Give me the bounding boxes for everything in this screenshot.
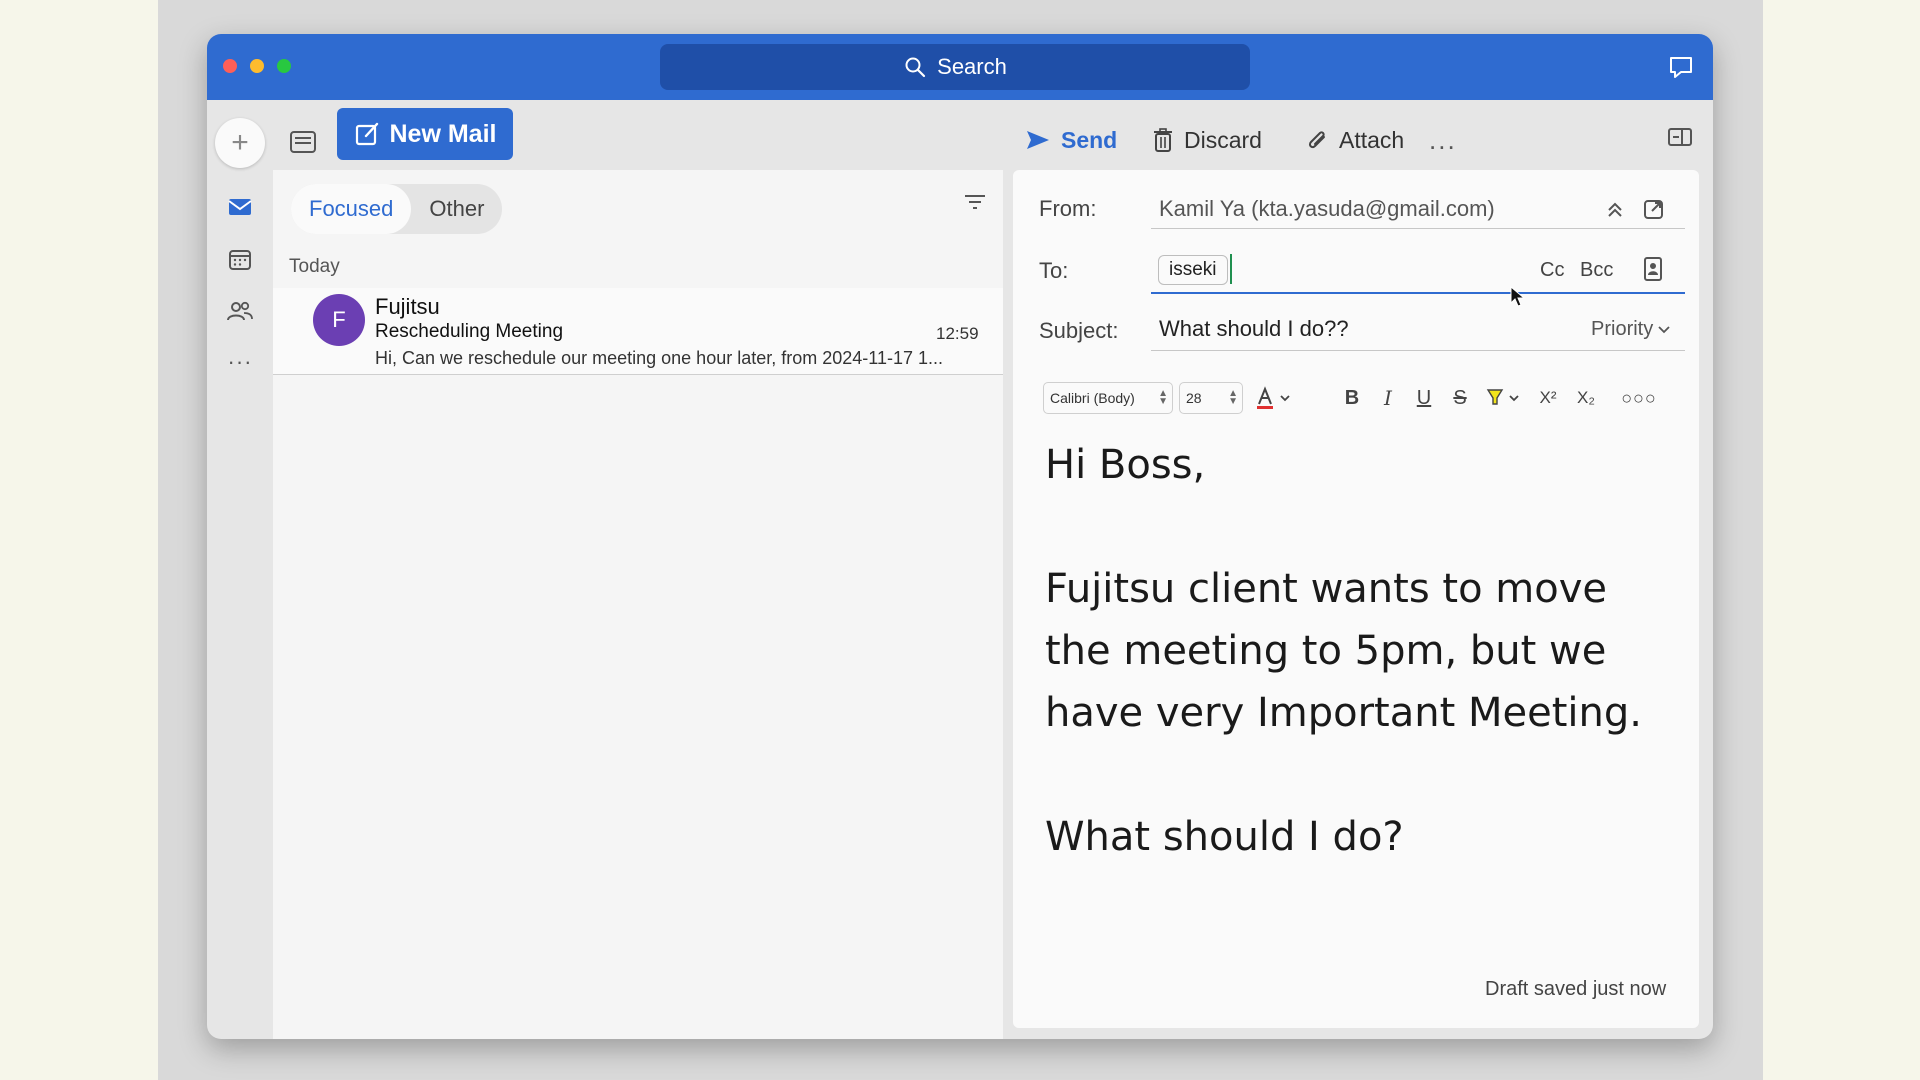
mail-window: Search + ··· New Mail Send Discard Attac…: [207, 34, 1713, 1039]
draft-status: Draft saved just now: [1485, 978, 1667, 1000]
chevron-double-up-icon[interactable]: [1605, 200, 1625, 220]
discard-label: Discard: [1184, 126, 1262, 153]
message-list-pane: Focused Other Today F Fujitsu Rescheduli…: [273, 170, 1003, 1039]
more-options-button[interactable]: ...: [1429, 120, 1457, 160]
message-sender: Fujitsu: [375, 294, 440, 319]
to-field-underline: [1151, 292, 1685, 294]
trash-icon: [1154, 128, 1172, 152]
send-label: Send: [1061, 126, 1118, 153]
search-bar[interactable]: Search: [660, 44, 1250, 90]
tab-focused[interactable]: Focused: [291, 184, 412, 234]
send-icon: [1027, 131, 1049, 149]
highlight-button[interactable]: [1481, 382, 1525, 414]
body-greeting: Hi Boss,: [1045, 442, 1206, 488]
body-question: What should I do?: [1045, 814, 1404, 860]
from-field[interactable]: Kamil Ya (kta.yasuda@gmail.com): [1159, 196, 1495, 222]
message-body-editor[interactable]: Hi Boss, Fujitsu client wants to move th…: [1045, 434, 1665, 868]
send-button[interactable]: Send: [1025, 120, 1117, 160]
chevron-down-icon: [1658, 325, 1670, 333]
search-icon: [905, 57, 926, 78]
to-label: To:: [1039, 258, 1069, 283]
minimize-window-button[interactable]: [250, 59, 264, 73]
title-bar: Search: [207, 34, 1713, 100]
subscript-button[interactable]: X₂: [1571, 382, 1601, 414]
close-window-button[interactable]: [223, 59, 237, 73]
calendar-icon[interactable]: [225, 244, 255, 274]
avatar: F: [313, 294, 365, 346]
subject-field[interactable]: What should I do??: [1159, 316, 1349, 342]
paperclip-icon: [1308, 131, 1325, 149]
new-mail-button[interactable]: New Mail: [337, 108, 513, 160]
font-family-value: Calibri (Body): [1050, 390, 1135, 406]
body-paragraph: Fujitsu client wants to move the meeting…: [1045, 566, 1642, 736]
highlighter-icon: [1486, 389, 1519, 405]
address-book-icon[interactable]: [1641, 256, 1665, 282]
desktop-margin-left: [0, 0, 158, 1080]
compose-pane: From: Kamil Ya (kta.yasuda@gmail.com) To…: [1013, 170, 1699, 1028]
divider: [1151, 228, 1685, 229]
font-size-select[interactable]: 28 ▲ ▼: [1179, 382, 1243, 414]
superscript-button[interactable]: X²: [1533, 382, 1563, 414]
compose-plus-button[interactable]: +: [215, 118, 265, 168]
discard-button[interactable]: Discard: [1152, 120, 1262, 160]
priority-dropdown[interactable]: Priority: [1591, 318, 1671, 341]
strikethrough-button[interactable]: S: [1445, 382, 1475, 414]
text-caret: [1230, 254, 1232, 284]
italic-button[interactable]: I: [1373, 382, 1403, 414]
bold-button[interactable]: B: [1337, 382, 1367, 414]
inbox-filter-tabs: Focused Other: [291, 184, 503, 234]
subject-label: Subject:: [1039, 318, 1119, 343]
people-icon[interactable]: [225, 296, 255, 326]
priority-label: Priority: [1591, 318, 1654, 340]
filter-icon[interactable]: [963, 192, 987, 212]
list-item[interactable]: F Fujitsu Rescheduling Meeting 12:59 Hi,…: [273, 288, 1003, 375]
expand-view-icon[interactable]: [1667, 126, 1693, 148]
bcc-button[interactable]: Bcc: [1580, 259, 1613, 282]
pop-out-icon[interactable]: [1643, 198, 1665, 220]
zoom-window-button[interactable]: [277, 59, 291, 73]
compose-icon: [355, 122, 378, 146]
divider: [1151, 350, 1685, 351]
message-preview: Hi, Can we reschedule our meeting one ho…: [375, 348, 943, 368]
message-subject: Rescheduling Meeting: [375, 321, 564, 342]
font-family-select[interactable]: Calibri (Body) ▲ ▼: [1043, 382, 1173, 414]
font-size-value: 28: [1186, 390, 1202, 406]
date-group-label: Today: [289, 256, 340, 277]
cc-button[interactable]: Cc: [1540, 259, 1564, 282]
feedback-icon[interactable]: [1667, 54, 1695, 80]
from-label: From:: [1039, 196, 1097, 221]
mouse-pointer-icon: [1510, 286, 1526, 307]
mail-icon[interactable]: [225, 192, 255, 222]
sidebar-toggle-icon[interactable]: [287, 122, 319, 162]
search-label: Search: [937, 54, 1007, 79]
font-color-button[interactable]: [1253, 382, 1297, 414]
message-time: 12:59: [936, 324, 979, 343]
underline-button[interactable]: U: [1409, 382, 1439, 414]
more-apps-icon[interactable]: ···: [225, 349, 255, 374]
stepper-icon: ▲ ▼: [1158, 388, 1168, 407]
desktop-margin-right: [1763, 0, 1920, 1080]
attach-label: Attach: [1339, 126, 1405, 153]
tab-other[interactable]: Other: [411, 184, 502, 234]
font-color-icon: [1257, 386, 1290, 409]
stepper-icon: ▲ ▼: [1228, 388, 1238, 407]
recipient-chip[interactable]: isseki: [1158, 255, 1228, 285]
attach-button[interactable]: Attach: [1305, 120, 1404, 160]
new-mail-label: New Mail: [389, 119, 497, 148]
more-formatting-icon[interactable]: ○○○: [1621, 382, 1657, 414]
